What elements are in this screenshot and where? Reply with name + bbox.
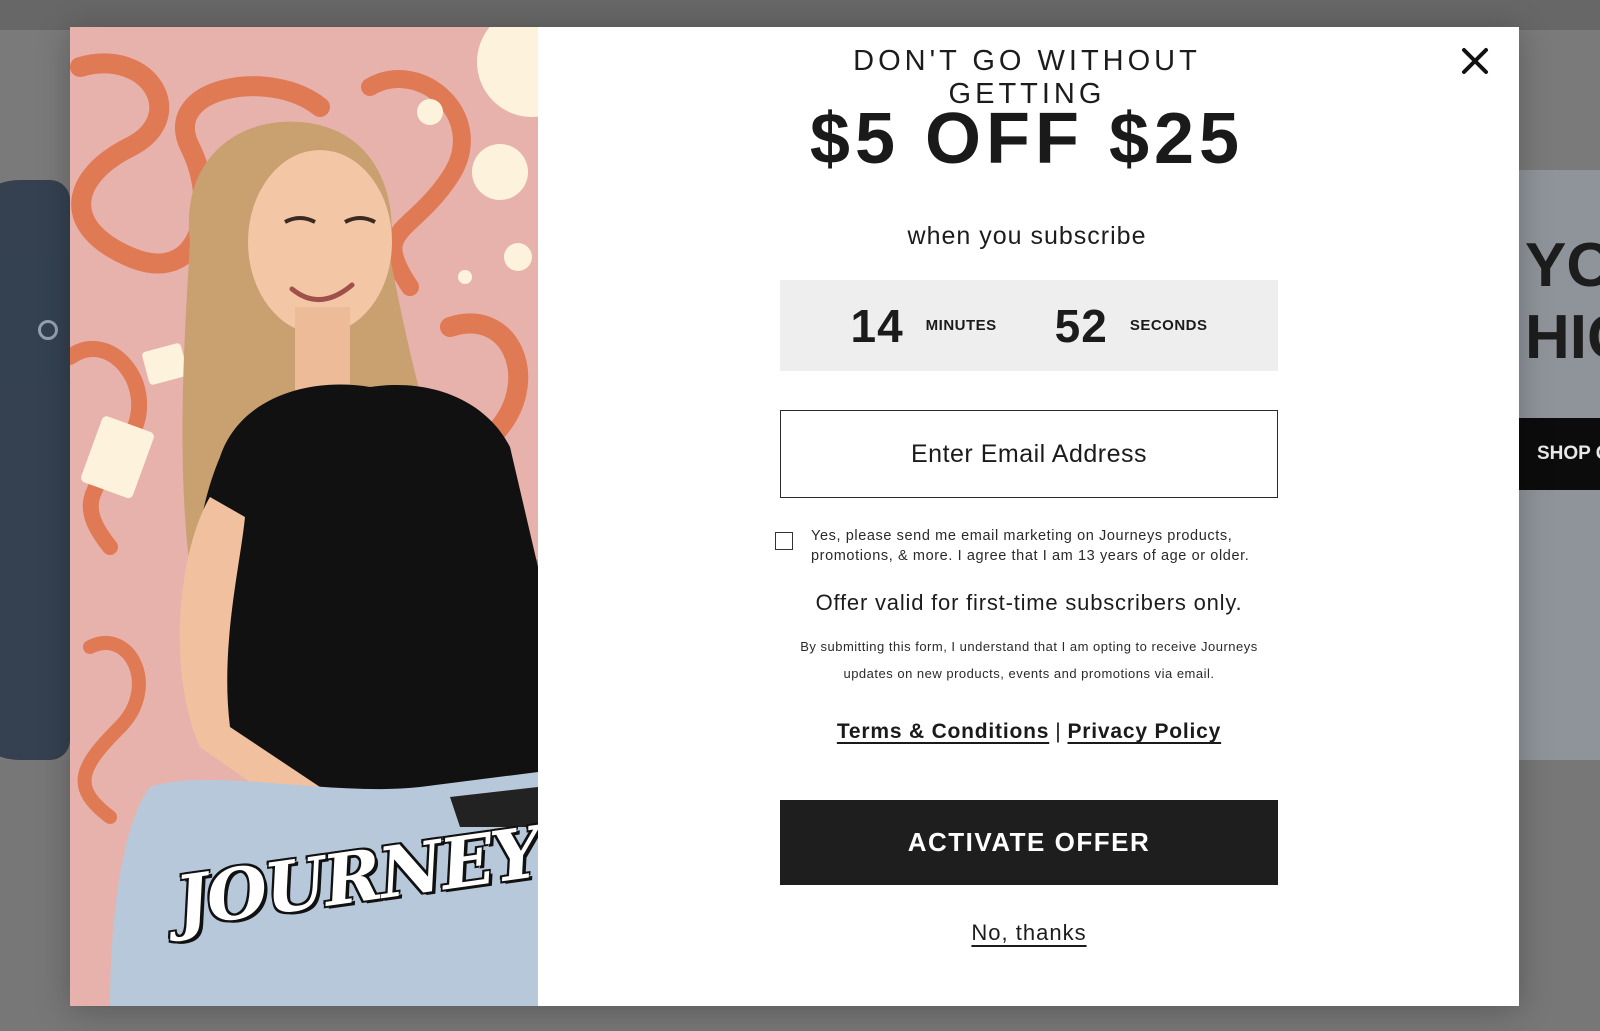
terms-link[interactable]: Terms & Conditions [837, 720, 1049, 743]
background-hero-line-2: HIG [1525, 303, 1600, 372]
consent-row: Yes, please send me email marketing on J… [775, 526, 1278, 566]
background-shop-button: SHOP C [1519, 418, 1600, 490]
offer-validity-text: Offer valid for first-time subscribers o… [815, 590, 1243, 615]
timer-seconds-value: 52 [1054, 299, 1108, 352]
timer-seconds-label: SECONDS [1129, 317, 1208, 334]
close-icon [1462, 48, 1488, 74]
timer-seconds: 52 SECONDS [1055, 299, 1208, 353]
countdown-timer: 14 MINUTES 52 SECONDS [780, 280, 1278, 371]
background-header-strip [0, 0, 1600, 30]
hero-image: JOURNEYS [70, 27, 538, 1006]
link-separator: | [1055, 720, 1062, 743]
email-field-wrapper [780, 410, 1278, 498]
no-thanks-link[interactable]: No, thanks [971, 920, 1086, 945]
timer-minutes: 14 MINUTES [850, 299, 996, 353]
timer-minutes-label: MINUTES [925, 317, 997, 334]
close-button[interactable] [1453, 39, 1497, 83]
offer-headline: $5 OFF $25 [809, 99, 1245, 179]
legal-disclaimer: By submitting this form, I understand th… [800, 639, 1258, 681]
decline-row: No, thanks [780, 920, 1278, 946]
consent-checkbox[interactable] [775, 532, 793, 550]
policy-links: Terms & Conditions | Privacy Policy [780, 720, 1278, 744]
timer-minutes-value: 14 [850, 299, 904, 352]
offer-subhead: when you subscribe [907, 222, 1147, 250]
background-hero-line-1: YO [1525, 231, 1600, 300]
background-hero-text: YO HIG [1525, 230, 1600, 374]
background-shoe-image [0, 180, 70, 760]
email-input[interactable] [781, 410, 1277, 498]
consent-text: Yes, please send me email marketing on J… [811, 528, 1250, 564]
privacy-link[interactable]: Privacy Policy [1067, 720, 1221, 743]
activate-offer-button[interactable]: ACTIVATE OFFER [780, 800, 1278, 885]
